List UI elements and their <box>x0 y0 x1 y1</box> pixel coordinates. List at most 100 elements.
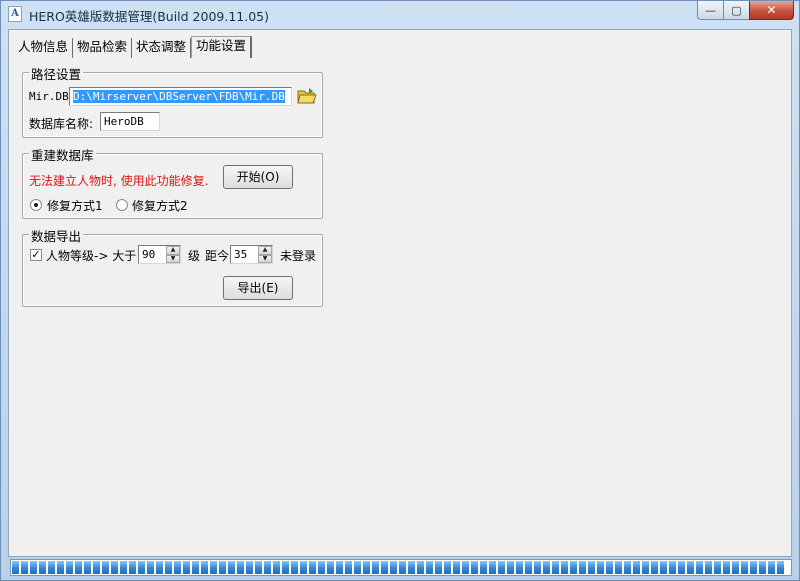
progress-segment <box>714 561 721 574</box>
progress-segment <box>228 561 235 574</box>
progress-segment <box>624 561 631 574</box>
repair-mode-2-label[interactable]: 修复方式2 <box>132 197 188 214</box>
repair-mode-1-radio[interactable] <box>30 199 42 211</box>
distance-label: 距今 <box>205 249 230 263</box>
progress-segment <box>435 561 442 574</box>
mirdb-path-field[interactable]: D:\Mirserver\DBServer\FDB\Mir.DB <box>69 87 292 106</box>
spin-down-icon[interactable]: ▼ <box>258 254 272 263</box>
app-icon: A <box>8 6 22 22</box>
progress-segment <box>102 561 109 574</box>
minimize-button[interactable]: — <box>697 1 723 20</box>
days-spinner-arrows[interactable]: ▲ ▼ <box>258 246 272 263</box>
progress-segment <box>651 561 658 574</box>
progress-segment <box>669 561 676 574</box>
dbname-field[interactable]: HeroDB <box>100 112 160 131</box>
close-button[interactable]: ✕ <box>749 1 794 20</box>
window-controls: — ▢ ✕ <box>697 1 794 21</box>
progress-segment <box>615 561 622 574</box>
progress-fill <box>12 561 786 574</box>
level-spinner-arrows[interactable]: ▲ ▼ <box>166 246 180 263</box>
progress-segment <box>30 561 37 574</box>
progress-segment <box>84 561 91 574</box>
progress-segment <box>579 561 586 574</box>
repair-mode-2-radio[interactable] <box>116 199 128 211</box>
progress-segment <box>381 561 388 574</box>
progress-segment <box>471 561 478 574</box>
progress-segment <box>291 561 298 574</box>
progress-segment <box>12 561 19 574</box>
progress-segment <box>705 561 712 574</box>
progress-bar <box>10 559 792 576</box>
progress-segment <box>345 561 352 574</box>
progress-segment <box>318 561 325 574</box>
progress-segment <box>363 561 370 574</box>
progress-segment <box>444 561 451 574</box>
dbname-label: 数据库名称: <box>29 117 94 131</box>
tab-character-info[interactable]: 人物信息 <box>14 38 74 58</box>
progress-segment <box>39 561 46 574</box>
maximize-button[interactable]: ▢ <box>723 1 749 20</box>
progress-segment <box>453 561 460 574</box>
progress-segment <box>255 561 262 574</box>
export-button[interactable]: 导出(E) <box>223 276 293 300</box>
title-bar[interactable]: A HERO英雄版数据管理(Build 2009.11.05) — ▢ ✕ <box>1 1 799 29</box>
progress-segment <box>57 561 64 574</box>
not-logged-in-label: 未登录 <box>280 249 317 263</box>
progress-segment <box>687 561 694 574</box>
level-filter-label[interactable]: 人物等级-> 大于 <box>46 247 136 264</box>
progress-segment <box>300 561 307 574</box>
rebuild-db-title: 重建数据库 <box>29 145 96 164</box>
progress-segment <box>552 561 559 574</box>
progress-segment <box>282 561 289 574</box>
progress-segment <box>408 561 415 574</box>
progress-segment <box>66 561 73 574</box>
progress-segment <box>696 561 703 574</box>
rebuild-warning-text: 无法建立人物时, 使用此功能修复. <box>29 174 209 188</box>
tab-function-settings[interactable]: 功能设置 <box>191 36 253 58</box>
spin-up-icon[interactable]: ▲ <box>258 246 272 255</box>
progress-segment <box>723 561 730 574</box>
repair-mode-1-label[interactable]: 修复方式1 <box>47 197 103 214</box>
progress-segment <box>309 561 316 574</box>
progress-segment <box>246 561 253 574</box>
mirdb-path-value: D:\Mirserver\DBServer\FDB\Mir.DB <box>73 90 285 103</box>
progress-segment <box>210 561 217 574</box>
level-filter-checkbox[interactable]: ✓ <box>30 249 42 261</box>
progress-segment <box>759 561 766 574</box>
progress-segment <box>588 561 595 574</box>
progress-segment <box>750 561 757 574</box>
progress-segment <box>489 561 496 574</box>
progress-segment <box>129 561 136 574</box>
spin-up-icon[interactable]: ▲ <box>166 246 180 255</box>
progress-segment <box>777 561 784 574</box>
progress-segment <box>561 561 568 574</box>
progress-segment <box>633 561 640 574</box>
open-folder-icon[interactable] <box>297 87 317 105</box>
tab-item-search[interactable]: 物品检索 <box>73 38 133 58</box>
path-settings-group: 路径设置 Mir.DB D:\Mirserver\DBServer\FDB\Mi… <box>22 64 323 138</box>
progress-segment <box>327 561 334 574</box>
progress-segment <box>507 561 514 574</box>
progress-segment <box>147 561 154 574</box>
level-spinner[interactable]: 90 ▲ ▼ <box>138 245 181 264</box>
days-spinner[interactable]: 35 ▲ ▼ <box>230 245 273 264</box>
progress-segment <box>390 561 397 574</box>
progress-segment <box>462 561 469 574</box>
progress-segment <box>660 561 667 574</box>
level-unit-label: 级 <box>188 249 201 263</box>
progress-segment <box>597 561 604 574</box>
progress-segment <box>165 561 172 574</box>
spin-down-icon[interactable]: ▼ <box>166 254 180 263</box>
days-value: 35 <box>234 248 248 261</box>
progress-segment <box>93 561 100 574</box>
progress-segment <box>111 561 118 574</box>
progress-segment <box>192 561 199 574</box>
data-export-group: 数据导出 ✓ 人物等级-> 大于 90 ▲ ▼ 级 距今 35 ▲ ▼ 未登录 … <box>22 226 323 307</box>
start-button[interactable]: 开始(O) <box>223 165 293 189</box>
progress-segment <box>183 561 190 574</box>
tab-status-adjust[interactable]: 状态调整 <box>132 38 192 58</box>
mirdb-label: Mir.DB <box>29 90 69 103</box>
progress-segment <box>498 561 505 574</box>
progress-segment <box>732 561 739 574</box>
level-value: 90 <box>142 248 156 261</box>
